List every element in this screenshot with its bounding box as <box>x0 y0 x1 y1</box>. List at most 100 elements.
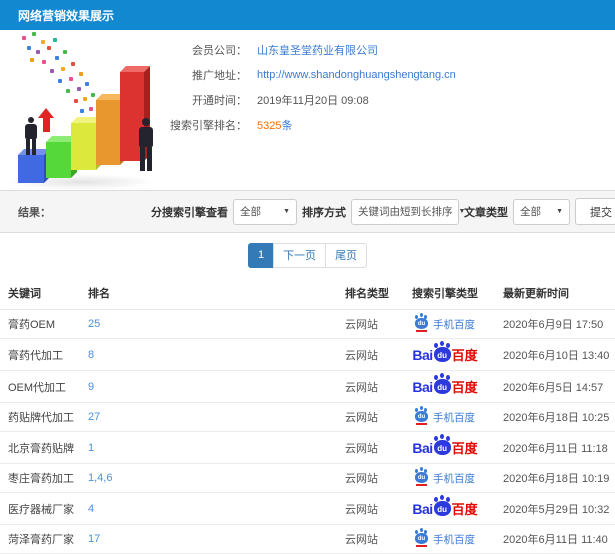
illustration-bar-green <box>46 142 71 178</box>
updated-time-cell: 2020年6月18日 10:19 <box>495 463 615 493</box>
rank-link[interactable]: 1 <box>80 431 337 464</box>
keyword-cell: 菏泽膏药厂家 <box>0 524 80 554</box>
rank-type-cell: 云网站 <box>337 463 395 493</box>
engine-filter-dropdown[interactable]: 全部 ▼ <box>233 198 297 225</box>
baidu-suffix-text: 百度 <box>451 348 478 363</box>
mobile-baidu-label: 手机百度 <box>433 533 475 546</box>
engine-cell: du 手机百度 <box>395 309 495 339</box>
promotion-url-value[interactable]: http://www.shandonghuangshengtang.cn <box>257 69 456 81</box>
red-underline-decoration <box>416 484 427 486</box>
rank-type-cell: 云网站 <box>337 431 395 464</box>
baidu-logo: Bai du 百度 <box>412 436 478 457</box>
mobile-baidu-paw-icon: du <box>415 530 428 547</box>
confetti-decoration <box>22 36 26 40</box>
table-row: 膏药OEM 25 云网站 du 手机百度 2020年6月9日 17:50 <box>0 309 615 339</box>
red-underline-decoration <box>416 330 427 332</box>
table-row: 北京膏药贴牌 1 云网站 Bai du 百度 2020年6月11日 11:18 <box>0 431 615 464</box>
businessman-figure-right <box>137 118 155 171</box>
growth-up-arrow-icon <box>38 108 54 132</box>
rank-link[interactable]: 9 <box>80 370 337 403</box>
paw-icon: du <box>415 530 428 544</box>
mobile-baidu-logo: du 手机百度 <box>415 469 475 486</box>
updated-time-cell: 2020年6月18日 10:25 <box>495 402 615 432</box>
ranking-count-number: 5325 <box>257 119 282 132</box>
rank-link[interactable]: 17 <box>80 524 337 554</box>
keyword-cell: 枣庄膏药加工 <box>0 463 80 493</box>
baidu-bai-text: Bai <box>412 378 433 395</box>
sort-filter-dropdown[interactable]: 关键词由短到长排序 ▼ <box>351 198 465 225</box>
table-row: 药贴牌代加工 27 云网站 du 手机百度 2020年6月18日 10:25 <box>0 402 615 432</box>
engine-cell: du 手机百度 <box>395 524 495 554</box>
paw-icon: du <box>415 469 428 483</box>
updated-time-cell: 2020年6月5日 14:57 <box>495 370 615 403</box>
engine-cell: Bai du 百度 <box>395 431 495 464</box>
mobile-baidu-paw-icon: du <box>415 315 428 332</box>
updated-time-cell: 2020年6月11日 11:40 <box>495 524 615 554</box>
keyword-cell: OEM代加工 <box>0 370 80 403</box>
mobile-baidu-paw-icon: du <box>415 469 428 486</box>
article-type-filter-value: 全部 <box>520 206 541 218</box>
engine-cell: du 手机百度 <box>395 463 495 493</box>
col-header-2: 排名类型 <box>337 277 395 310</box>
open-time-value: 2019年11月20日 09:08 <box>257 94 369 107</box>
table-row: OEM代加工 9 云网站 Bai du 百度 2020年6月5日 14:57 <box>0 370 615 403</box>
pagination: 1 下一页 尾页 <box>0 233 615 277</box>
baidu-bai-text: Bai <box>412 500 433 517</box>
table-row: 膏药代加工 8 云网站 Bai du 百度 2020年6月10日 13:40 <box>0 338 615 371</box>
baidu-bai-text: Bai <box>412 346 433 363</box>
paw-icon: du <box>415 408 428 422</box>
engine-filter-value: 全部 <box>240 206 261 218</box>
pagination-page-1[interactable]: 1 <box>247 242 275 268</box>
submit-button[interactable]: 提交 <box>575 198 615 225</box>
rank-link[interactable]: 27 <box>80 402 337 432</box>
mobile-baidu-paw-icon: du <box>415 408 428 425</box>
red-underline-decoration <box>416 423 427 425</box>
pagination-next-page[interactable]: 下一页 <box>273 242 327 268</box>
article-type-filter-dropdown[interactable]: 全部 ▼ <box>513 198 570 225</box>
ranking-count-value: 5325条 <box>257 117 292 133</box>
topbar: 网络营销效果展示 <box>0 0 615 30</box>
chevron-down-icon: ▼ <box>283 208 290 215</box>
updated-time-cell: 2020年6月11日 11:18 <box>495 431 615 464</box>
chevron-down-icon: ▼ <box>556 208 563 215</box>
baidu-suffix-text: 百度 <box>451 441 478 456</box>
rank-link[interactable]: 8 <box>80 338 337 371</box>
rank-type-cell: 云网站 <box>337 370 395 403</box>
member-company-value[interactable]: 山东皇圣堂药业有限公司 <box>257 42 378 58</box>
filter-controls: 分搜索引擎查看 全部 ▼ 排序方式 关键词由短到长排序 ▼ 文章类型 全部 ▼ 提交 <box>146 198 615 225</box>
baidu-paw-icon: du <box>433 375 451 394</box>
rank-link[interactable]: 1,4,6 <box>80 463 337 493</box>
info-section: 会员公司： 山东皇圣堂药业有限公司 推广地址： http://www.shandong… <box>0 30 615 190</box>
baidu-suffix-text: 百度 <box>451 380 478 395</box>
baidu-logo: Bai du 百度 <box>412 375 478 396</box>
table-row: 枣庄膏药加工 1,4,6 云网站 du 手机百度 2020年6月18日 10:19 <box>0 463 615 493</box>
keyword-cell: 北京膏药贴牌 <box>0 431 80 464</box>
baidu-paw-icon: du <box>433 343 451 362</box>
rank-link[interactable]: 25 <box>80 309 337 339</box>
baidu-logo: Bai du 百度 <box>412 343 478 364</box>
baidu-paw-icon: du <box>433 436 451 455</box>
mobile-baidu-label: 手机百度 <box>433 318 475 331</box>
keyword-cell: 膏药代加工 <box>0 338 80 371</box>
col-header-1: 排名 <box>80 277 337 310</box>
filter-bar: 结果： 分搜索引擎查看 全部 ▼ 排序方式 关键词由短到长排序 ▼ 文章类型 全部 ▼ 提交 <box>0 190 615 233</box>
baidu-logo: Bai du 百度 <box>412 497 478 518</box>
baidu-paw-icon: du <box>433 497 451 516</box>
col-header-4: 最新更新时间 <box>495 277 615 310</box>
promotion-url-label: 推广地址： <box>192 69 247 82</box>
article-type-filter-label: 文章类型 <box>464 206 508 219</box>
ranking-count-unit: 条 <box>281 119 293 132</box>
rank-type-cell: 云网站 <box>337 309 395 339</box>
info-list: 会员公司： 山东皇圣堂药业有限公司 推广地址： http://www.shandong… <box>150 30 615 190</box>
sort-filter-value: 关键词由短到长排序 <box>358 206 453 218</box>
col-header-3: 搜索引擎类型 <box>395 277 495 310</box>
table-row: 菏泽膏药厂家 17 云网站 du 手机百度 2020年6月11日 11:40 <box>0 524 615 554</box>
pagination-last-page[interactable]: 尾页 <box>325 242 368 268</box>
table-body: 膏药OEM 25 云网站 du 手机百度 2020年6月9日 17:50 膏药代加工 8 云网站… <box>0 309 615 554</box>
keyword-cell: 药贴牌代加工 <box>0 402 80 432</box>
results-table: 关键词 排名 排名类型 搜索引擎类型 最新更新时间 膏药OEM 25 云网站 du 手机百度 20… <box>0 277 615 554</box>
baidu-bai-text: Bai <box>412 439 433 456</box>
rank-type-cell: 云网站 <box>337 524 395 554</box>
table-header-row: 关键词 排名 排名类型 搜索引擎类型 最新更新时间 <box>0 277 615 310</box>
rank-type-cell: 云网站 <box>337 338 395 371</box>
